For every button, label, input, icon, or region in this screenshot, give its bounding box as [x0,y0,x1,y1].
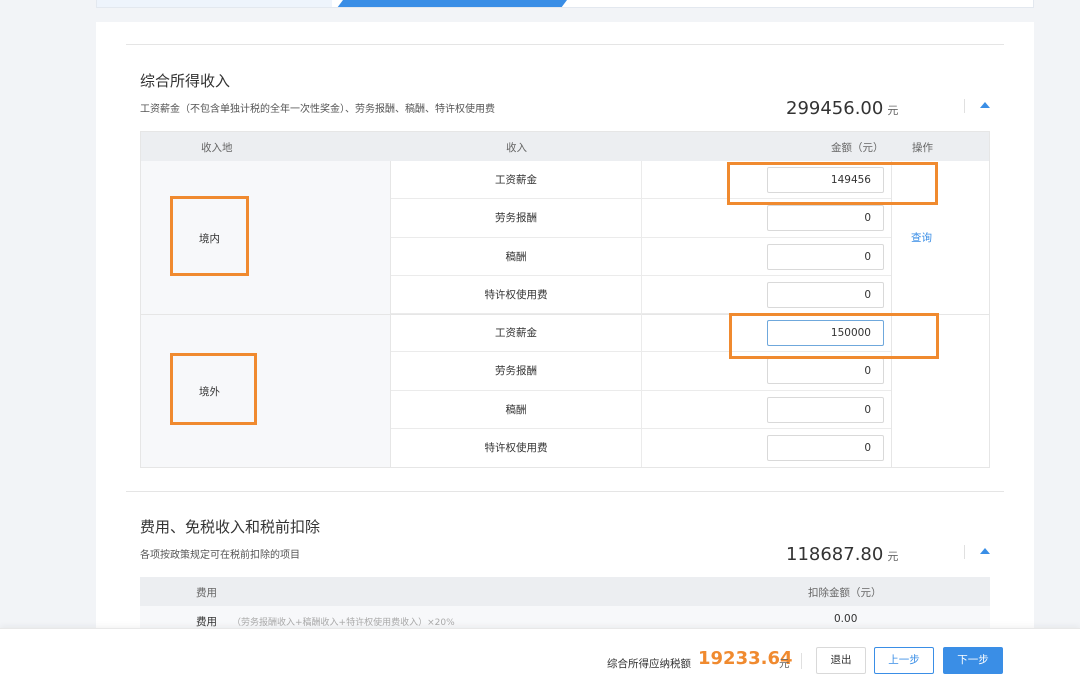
income-type-label: 劳务报酬 [391,199,642,237]
col-region: 收入地 [201,142,233,154]
highlight-box-overseas-salary [729,313,939,359]
tax-label: 综合所得应纳税额 [607,658,691,670]
table-row: 特许权使用费 [391,275,891,314]
footer-bar: 综合所得应纳税额 19233.64 元 退出 上一步 下一步 [0,628,1080,693]
header-separator [964,545,965,559]
income-total-value: 299456.00 [786,98,884,119]
deduction-section-title: 费用、免税收入和税前扣除 [140,518,321,536]
income-type-label: 劳务报酬 [391,352,642,390]
income-section-title: 综合所得收入 [140,72,231,90]
income-type-label: 工资薪金 [391,161,642,199]
prev-button[interactable]: 上一步 [874,647,934,674]
highlight-box-domestic [170,196,249,276]
section-divider [126,44,1004,45]
table-row: 稿酬 [391,390,891,429]
overseas-royalty-input[interactable] [767,396,884,423]
col-deduct: 扣除金额（元） [808,587,882,599]
deduction-section-desc: 各项按政策规定可在税前扣除的项目 [140,550,300,561]
col-amount: 金额（元） [831,142,884,154]
income-total-unit: 元 [887,104,899,117]
domestic-labor-input[interactable] [767,205,884,232]
caret-up-icon[interactable] [980,548,990,554]
income-total-amount: 299456.00 元 [786,98,898,119]
col-fee: 费用 [196,587,217,599]
fee-formula: （劳务报酬收入+稿酬收入+特许权使用费收入）×20% [232,618,455,628]
income-type-label: 特许权使用费 [391,428,642,467]
caret-up-icon[interactable] [980,102,990,108]
col-ops: 操作 [912,142,933,154]
deduction-table: 费用 扣除金额（元） 费用 （劳务报酬收入+稿酬收入+特许权使用费收入）×20%… [140,577,990,632]
col-income: 收入 [506,142,527,154]
highlight-box-domestic-salary [727,162,938,205]
fee-label: 费用 [196,616,217,628]
table-row: 特许权使用费 [391,428,891,467]
income-type-label: 特许权使用费 [391,275,642,313]
exit-button[interactable]: 退出 [816,647,866,674]
next-button[interactable]: 下一步 [943,647,1003,674]
income-table-header: 收入地 收入 金额（元） 操作 [141,132,989,161]
step-completed [97,0,332,7]
income-type-label: 工资薪金 [391,314,642,352]
query-link[interactable]: 查询 [911,230,932,245]
deduction-total-amount: 118687.80 元 [786,544,898,565]
deduction-total-unit: 元 [887,550,899,563]
deduction-total-value: 118687.80 [786,544,884,565]
tax-unit: 元 [779,658,790,670]
highlight-box-overseas [170,353,257,425]
main-card: 综合所得收入 工资薪金（不包含单独计税的全年一次性奖金）、劳务报酬、稿酬、特许权… [96,22,1034,642]
overseas-labor-input[interactable] [767,358,884,385]
section-divider [126,491,1004,492]
fee-value: 0.00 [834,613,858,625]
income-section-desc: 工资薪金（不包含单独计税的全年一次性奖金）、劳务报酬、稿酬、特许权使用费 [140,104,495,115]
income-type-label: 稿酬 [391,390,642,428]
footer-separator [801,653,802,669]
domestic-franchise-input[interactable] [767,281,884,308]
header-separator [964,99,965,113]
table-row: 稿酬 [391,237,891,276]
deduction-table-header: 费用 扣除金额（元） [140,577,990,606]
domestic-royalty-input[interactable] [767,243,884,270]
overseas-franchise-input[interactable] [767,434,884,461]
income-type-label: 稿酬 [391,237,642,275]
progress-stepper [96,0,1034,8]
step-active [337,0,567,8]
